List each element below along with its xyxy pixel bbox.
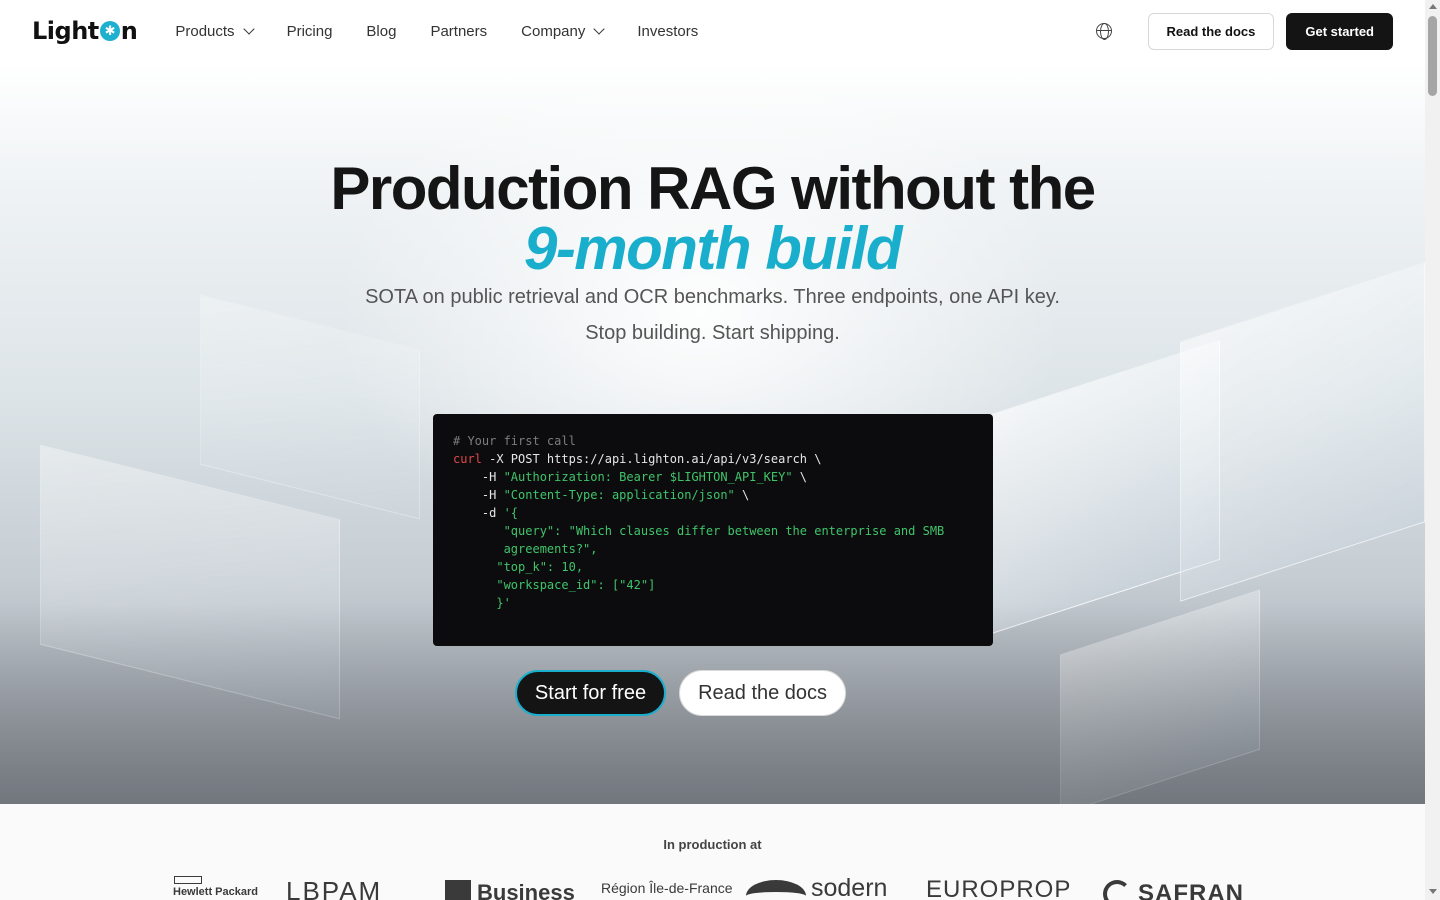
hero-title: Production RAG without the: [330, 155, 1096, 222]
code-string: }': [453, 596, 511, 610]
customers-label: In production at: [663, 837, 762, 852]
nav-item-products[interactable]: Products: [175, 22, 255, 40]
logo-text-suffix: n: [120, 17, 138, 45]
main-nav: Products Pricing Blog Partners Company I…: [175, 23, 732, 40]
safran-logo-mark: [1103, 880, 1131, 900]
hero-cta-group: Start for free Read the docs: [0, 670, 1425, 716]
site-header: Light ✱ n Products Pricing Blog Partners C…: [0, 0, 1425, 62]
nav-item-label: Pricing: [286, 22, 333, 40]
nav-item-blog[interactable]: Blog: [366, 23, 396, 40]
customer-logo-lbpam: LBPAM: [286, 876, 383, 900]
customer-logo-business: Business: [477, 880, 575, 900]
nav-item-label: Investors: [637, 22, 699, 40]
hero-tagline: Stop building. Start shipping.: [585, 322, 840, 344]
read-the-docs-button[interactable]: Read the docs: [679, 670, 847, 716]
code-flag: -H: [453, 488, 504, 502]
page-scrollbar[interactable]: [1425, 0, 1440, 900]
customer-logo-hp: Hewlett Packard: [173, 886, 258, 898]
nav-item-label: Products: [175, 22, 235, 40]
nav-item-partners[interactable]: Partners: [430, 23, 487, 40]
start-for-free-button[interactable]: Start for free: [514, 670, 667, 716]
code-string: "workspace_id": ["42"]: [453, 578, 656, 592]
chevron-down-icon: [242, 23, 255, 35]
customer-logo-europrop: EUROPROP: [926, 876, 1072, 900]
code-command: curl: [453, 452, 482, 466]
hero-title-accent: 9-month build: [523, 215, 903, 282]
read-docs-button[interactable]: Read the docs: [1147, 12, 1275, 50]
customer-logo-safran: SAFRAN: [1138, 880, 1244, 900]
code-snippet[interactable]: # Your first call curl -X POST https://a…: [433, 414, 993, 646]
nav-item-label: Partners: [430, 22, 488, 40]
code-comment: # Your first call: [453, 434, 576, 448]
sodern-logo-mark: [746, 880, 806, 900]
code-flag: -H: [453, 470, 504, 484]
code-continuation: \: [734, 488, 750, 502]
code-string: "top_k": 10,: [453, 560, 584, 574]
logo-star-icon: ✱: [99, 21, 120, 41]
nav-item-company[interactable]: Company: [521, 22, 606, 40]
logo-text-prefix: Light: [32, 17, 99, 45]
chevron-down-icon: [593, 23, 606, 35]
header-actions: Read the docs Get started: [1095, 12, 1393, 50]
code-string: agreements?",: [453, 542, 598, 556]
code-string: "query": "Which clauses differ between t…: [453, 524, 945, 538]
code-line: -X POST https://api.lighton.ai/api/v3/se…: [481, 452, 822, 466]
background-cube: [1180, 262, 1425, 602]
customer-logos-section: In production at Hewlett Packard LBPAM B…: [0, 804, 1425, 900]
hero-section: Production RAG without the 9-month build…: [0, 62, 1425, 804]
business-logo-mark: [445, 880, 471, 900]
nav-item-investors[interactable]: Investors: [637, 23, 698, 40]
globe-icon[interactable]: [1095, 23, 1112, 40]
hero-subtitle: SOTA on public retrieval and OCR benchma…: [365, 286, 1060, 308]
code-string: "Content-Type: application/json": [503, 488, 735, 502]
customer-logo-sodern: sodern: [811, 874, 888, 900]
code-flag: -d: [453, 506, 504, 520]
scroll-up-arrow-icon[interactable]: [1429, 4, 1437, 9]
code-continuation: \: [792, 470, 808, 484]
get-started-button[interactable]: Get started: [1286, 12, 1393, 50]
lighton-logo[interactable]: Light ✱ n: [32, 17, 138, 45]
nav-item-label: Company: [521, 22, 586, 40]
code-string: "Authorization: Bearer $LIGHTON_API_KEY": [503, 470, 793, 484]
scrollbar-thumb[interactable]: [1428, 16, 1437, 96]
nav-item-pricing[interactable]: Pricing: [287, 23, 333, 40]
nav-item-label: Blog: [366, 22, 397, 40]
code-string: '{: [503, 506, 519, 520]
customer-logo-region: Région Île-de-France: [601, 880, 733, 896]
scroll-down-arrow-icon[interactable]: [1429, 889, 1437, 894]
hp-logo-mark: [174, 876, 202, 884]
